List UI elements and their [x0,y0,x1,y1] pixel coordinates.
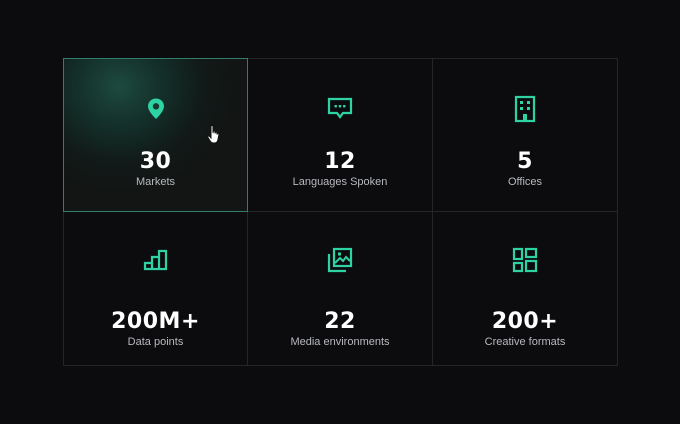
stat-card-creative-formats[interactable]: 200+ Creative formats [433,212,618,366]
stat-label: Creative formats [484,336,566,348]
stat-value: 200M+ [111,309,200,334]
stat-card-offices[interactable]: 5 Offices [433,58,618,212]
stat-value: 12 [324,149,356,174]
stat-label: Media environments [290,336,390,348]
building-icon [511,95,539,123]
layout-grid-icon [511,246,539,274]
stat-value: 5 [517,149,533,174]
image-stack-icon [326,246,354,274]
stat-value: 200+ [491,309,559,334]
stat-label: Offices [507,176,543,188]
bar-steps-icon [142,246,170,274]
stats-grid: 30 Markets 12 Languages Spoken 5 Offices… [63,58,618,366]
stat-value: 22 [324,309,356,334]
chat-bubble-icon [326,95,354,123]
stat-label: Languages Spoken [292,176,388,188]
hand-pointer-cursor-icon [207,125,220,144]
stat-card-languages[interactable]: 12 Languages Spoken [248,58,433,212]
stat-label: Markets [135,176,176,188]
map-pin-icon [142,95,170,123]
stat-value: 30 [139,149,172,174]
stat-card-media-environments[interactable]: 22 Media environments [248,212,433,366]
stat-label: Data points [127,336,184,348]
stats-page: 30 Markets 12 Languages Spoken 5 Offices… [0,0,680,424]
stat-card-data-points[interactable]: 200M+ Data points [63,212,248,366]
